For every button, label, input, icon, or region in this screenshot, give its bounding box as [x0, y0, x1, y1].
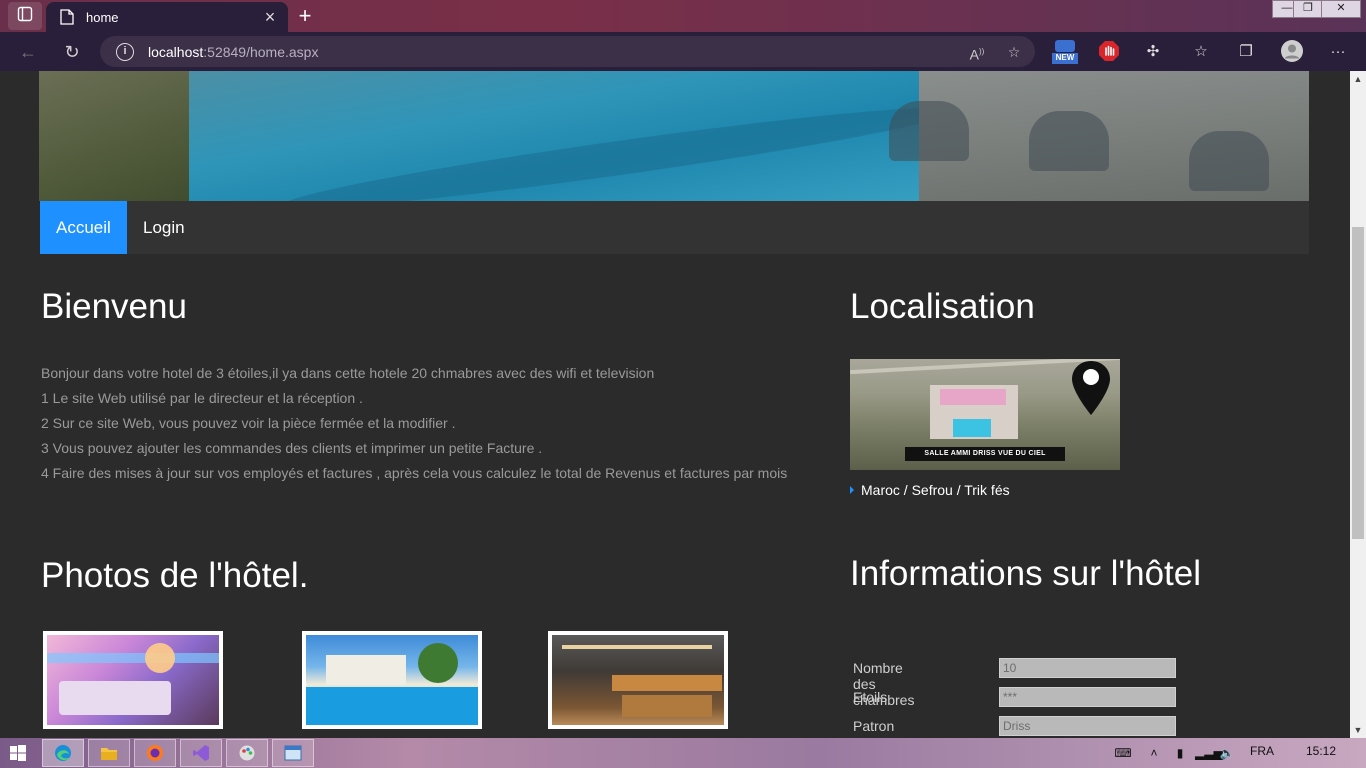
extension-new-icon[interactable]: NEW: [1052, 38, 1078, 66]
page-scrollbar[interactable]: ▲ ▼: [1350, 71, 1366, 738]
main-nav: Accueil Login: [40, 201, 1309, 254]
favorite-add-icon[interactable]: ☆: [1003, 41, 1025, 63]
photo-room[interactable]: [43, 631, 223, 729]
nav-accueil[interactable]: Accueil: [40, 201, 127, 254]
hotel-banner-image: [39, 71, 1309, 201]
new-tab-icon[interactable]: +: [292, 3, 318, 29]
info-title: Informations sur l'hôtel: [850, 554, 1202, 593]
read-aloud-icon[interactable]: A)): [966, 41, 988, 63]
photo-restaurant[interactable]: [548, 631, 728, 729]
photo-pool[interactable]: [302, 631, 482, 729]
stars-field[interactable]: ***: [999, 687, 1176, 707]
network-icon[interactable]: ▂▃▅: [1195, 745, 1223, 761]
location-image: SALLE AMMI DRISS VUE DU CIEL: [850, 359, 1120, 470]
tab-actions-button[interactable]: [8, 2, 42, 30]
tab-title: home: [86, 9, 119, 25]
welcome-text: Bonjour dans votre hotel de 3 étoiles,il…: [41, 361, 787, 486]
photos-title: Photos de l'hôtel.: [41, 556, 309, 595]
battery-icon[interactable]: ▮: [1172, 745, 1188, 761]
scroll-down-icon[interactable]: ▼: [1350, 722, 1366, 738]
info-icon[interactable]: i: [116, 42, 134, 61]
location-address: Maroc / Sefrou / Trik fés: [850, 482, 1010, 498]
tabs-icon: [17, 6, 33, 27]
taskbar-paint-icon[interactable]: [226, 739, 268, 767]
adblock-icon[interactable]: [1097, 40, 1121, 64]
taskbar-firefox-icon[interactable]: [134, 739, 176, 767]
info-label: Patron: [853, 718, 895, 734]
language-indicator[interactable]: FRA: [1250, 744, 1274, 758]
bullet-icon: [850, 486, 854, 494]
browser-toolbar: ← ↻ i localhost:52849/home.aspx A)) ☆ NE…: [0, 32, 1366, 71]
tray-overflow-icon[interactable]: ˄: [1146, 745, 1162, 761]
scroll-thumb[interactable]: [1352, 227, 1364, 539]
url-host: localhost: [148, 43, 204, 60]
nav-login[interactable]: Login: [127, 201, 201, 254]
welcome-line: 4 Faire des mises à jour sur vos employé…: [41, 465, 788, 481]
window-close-button[interactable]: ✕: [1321, 0, 1361, 18]
profile-icon[interactable]: [1280, 39, 1304, 63]
keyboard-icon[interactable]: ⌨: [1113, 745, 1133, 761]
owner-field[interactable]: Driss: [999, 716, 1176, 736]
extensions-icon[interactable]: ✣: [1141, 40, 1165, 64]
close-icon[interactable]: ×: [258, 5, 282, 29]
welcome-line: 2 Sur ce site Web, vous pouvez voir la p…: [41, 415, 456, 431]
address-text: Maroc / Sefrou / Trik fés: [861, 482, 1010, 498]
location-title: Localisation: [850, 287, 1035, 326]
restore-button[interactable]: ❐: [1293, 0, 1323, 18]
favorites-icon[interactable]: ☆: [1189, 40, 1213, 64]
more-icon[interactable]: ···: [1326, 40, 1350, 64]
page-icon: [60, 9, 74, 25]
clock[interactable]: 15:12: [1306, 744, 1336, 758]
refresh-icon[interactable]: ↻: [58, 38, 86, 66]
windows-taskbar: ⌨ ˄ ▮ ▂▃▅ 🔈 FRA 15:12: [0, 738, 1366, 768]
welcome-title: Bienvenu: [41, 287, 187, 326]
browser-title-bar: home × + — ❐ ✕: [0, 0, 1366, 32]
page-viewport: Accueil Login Bienvenu Bonjour dans votr…: [0, 71, 1350, 738]
welcome-line: 3 Vous pouvez ajouter les commandes des …: [41, 440, 543, 456]
taskbar-edge-icon[interactable]: [42, 739, 84, 767]
scroll-up-icon[interactable]: ▲: [1350, 71, 1366, 87]
taskbar-explorer-icon[interactable]: [88, 739, 130, 767]
volume-icon[interactable]: 🔈: [1219, 745, 1235, 761]
map-pin-icon: [1068, 359, 1114, 417]
taskbar-visual-studio-icon[interactable]: [180, 739, 222, 767]
info-label: Etoils: [853, 689, 888, 705]
windows-start-icon[interactable]: [10, 745, 26, 761]
address-bar[interactable]: i localhost:52849/home.aspx A)) ☆: [100, 36, 1035, 67]
collections-icon[interactable]: ❐: [1234, 40, 1258, 64]
welcome-line: 1 Le site Web utilisé par le directeur e…: [41, 390, 363, 406]
url-path: :52849/home.aspx: [203, 43, 319, 60]
new-badge-text: NEW: [1055, 53, 1075, 62]
map-caption: SALLE AMMI DRISS VUE DU CIEL: [905, 447, 1065, 461]
welcome-line: Bonjour dans votre hotel de 3 étoiles,il…: [41, 365, 655, 381]
taskbar-window-icon[interactable]: [272, 739, 314, 767]
back-icon[interactable]: ←: [14, 38, 42, 66]
browser-tab-home[interactable]: home ×: [46, 2, 288, 32]
rooms-field[interactable]: 10: [999, 658, 1176, 678]
